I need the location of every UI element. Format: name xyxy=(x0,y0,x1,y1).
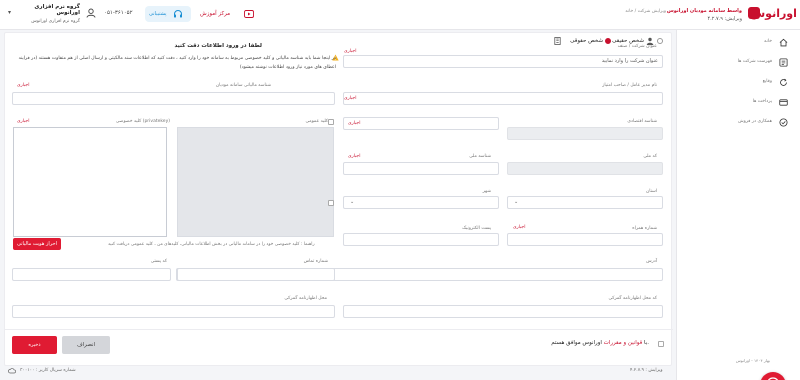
company-title-input[interactable]: عنوان شرکت را وارد نمایید xyxy=(343,55,663,68)
sidebar-item-home[interactable]: خانه xyxy=(682,35,792,49)
list-icon xyxy=(779,58,788,67)
customs-place-input[interactable] xyxy=(12,305,335,318)
user-icon[interactable] xyxy=(86,8,96,18)
public-key-label: کلید عمومی xyxy=(305,119,328,124)
phone-input[interactable] xyxy=(177,268,335,281)
ceo-input[interactable] xyxy=(343,92,663,105)
sidebar: خانه فهرست شرکت ها وقایع پرداخت ها همکار… xyxy=(676,30,800,380)
company-name: گروه نرم افزاری اورانوس xyxy=(34,4,80,16)
email-label: پست الکترونیک xyxy=(462,226,491,231)
postal-input[interactable] xyxy=(12,268,171,281)
public-key-textarea xyxy=(177,127,334,237)
training-label: مرکز آموزش xyxy=(200,11,231,17)
divider xyxy=(5,329,673,330)
national-code-label: کد ملی xyxy=(643,154,657,159)
cloud-icon xyxy=(8,368,16,374)
required-hint: اجباری xyxy=(344,96,357,101)
required-hint: اجباری xyxy=(348,154,361,159)
help-button[interactable] xyxy=(760,372,786,380)
national-id-label: شناسه ملی xyxy=(469,154,491,159)
guide-text: راهنما : کلید خصوصی خود را در سامانه مال… xyxy=(108,242,315,247)
sidebar-item-events[interactable]: وقایع xyxy=(682,75,792,89)
customs-code-input[interactable] xyxy=(343,305,663,318)
customs-code-label: کد محل اظهارنامه گمرکی xyxy=(608,296,657,301)
national-code-input xyxy=(507,162,663,175)
required-hint: اجباری xyxy=(17,83,30,88)
company-title-label: عنوان شرکت / صنف xyxy=(617,44,657,49)
national-id-input[interactable] xyxy=(343,162,499,175)
wallet-icon xyxy=(779,99,788,106)
headset-icon xyxy=(174,10,182,18)
radio-circle-selected xyxy=(605,38,611,44)
terms-text: با قوانین و مقررات اورانوس موافق هستم. xyxy=(551,340,649,346)
sidebar-footer: بهار ۱۴۰۴ - اورانوس xyxy=(735,358,770,363)
building-icon xyxy=(554,37,561,45)
required-hint: اجباری xyxy=(348,121,361,126)
sidebar-item-label: همکاری در فروش xyxy=(738,119,772,124)
private-key-textarea[interactable] xyxy=(13,127,167,237)
support-button[interactable]: پشتیبانی xyxy=(145,6,191,22)
chevron-down-icon: ⌄ xyxy=(514,199,519,205)
warning-title: لطفا در ورود اطلاعات دقت کنید xyxy=(174,43,262,49)
city-select[interactable] xyxy=(343,196,499,209)
support-phone: ۰۵۱-۳۶۱۰۵۲ xyxy=(104,10,133,16)
sidebar-item-affiliate[interactable]: همکاری در فروش xyxy=(682,115,792,129)
cancel-button[interactable]: انصراف xyxy=(62,336,110,354)
address-label: آدرس xyxy=(646,259,657,264)
province-select[interactable] xyxy=(507,196,663,209)
sidebar-item-label: فهرست شرکت ها xyxy=(737,59,772,64)
mobile-label: شماره همراه xyxy=(632,226,657,231)
coop-icon xyxy=(779,118,788,127)
home-icon xyxy=(779,38,788,47)
video-icon xyxy=(244,10,254,18)
public-key-checkbox[interactable] xyxy=(328,119,334,125)
chevron-down-icon: ⌄ xyxy=(350,199,355,205)
brand-logo: اورانوس xyxy=(750,7,797,20)
sidebar-item-label: پرداخت ها xyxy=(752,99,772,104)
econ-id-label: شناسه اقتصادی xyxy=(627,119,657,124)
company-form: شخص حقیقی شخص حقوقی لطفا در ورود اطلاعات… xyxy=(4,32,673,366)
tax-memory-input[interactable] xyxy=(12,92,335,105)
email-input[interactable] xyxy=(343,233,499,246)
customs-place-label: محل اظهارنامه گمرکی xyxy=(284,296,327,301)
tax-memory-label: شناسه مالیاتی سامانه مودیان xyxy=(215,83,271,88)
radio-legal-person[interactable]: شخص حقوقی xyxy=(553,36,611,46)
mobile-input[interactable] xyxy=(507,233,663,246)
company-info[interactable]: گروه نرم افزاری اورانوس گروه نرم افزاری … xyxy=(20,4,80,24)
support-label: پشتیبانی xyxy=(149,11,167,17)
reg-no-input[interactable] xyxy=(343,117,499,130)
tax-auth-button[interactable]: احراز هویت مالیاتی xyxy=(13,238,61,250)
sidebar-item-label: وقایع xyxy=(762,79,772,84)
warning-text: در اینجا شما باید شناسه مالیاتی و کلید خ… xyxy=(18,56,336,70)
required-hint: اجباری xyxy=(17,119,30,124)
brand-title: واسط سامانه مودیان اورانوس xyxy=(666,8,742,14)
required-hint: اجباری xyxy=(513,225,526,230)
company-subtitle: گروه نرم افزاری اورانوس xyxy=(31,19,80,24)
required-hint: اجباری xyxy=(344,49,357,54)
refresh-icon xyxy=(780,78,787,86)
radio-circle xyxy=(657,38,663,44)
econ-id-input xyxy=(507,127,663,140)
sidebar-item-companies[interactable]: فهرست شرکت ها xyxy=(682,55,792,69)
city-label: شهر xyxy=(482,189,491,194)
terms-link[interactable]: قوانین و مقررات xyxy=(604,340,643,346)
private-key-label: کلید خصوصی (privatekey) xyxy=(115,119,170,124)
top-header: اورانوس واسط سامانه مودیان اورانوس ویرای… xyxy=(0,0,800,30)
sidebar-item-label: خانه xyxy=(764,39,772,44)
public-key-toggle[interactable] xyxy=(328,200,334,206)
ceo-label: نام مدیر عامل / صاحب امتیاز xyxy=(602,83,657,88)
brand-version: ویرایش: ۴.۲.۷.۹ xyxy=(707,16,742,22)
terms-checkbox[interactable] xyxy=(658,341,664,347)
chevron-down-icon[interactable]: ▾ xyxy=(8,9,11,16)
province-label: استان xyxy=(645,189,657,194)
postal-label: کد پستی xyxy=(150,259,167,264)
training-center-link[interactable]: مرکز آموزش xyxy=(200,6,256,22)
sidebar-item-payments[interactable]: پرداخت ها xyxy=(682,95,792,109)
save-button[interactable]: ذخیره xyxy=(12,336,57,354)
breadcrumb[interactable]: ویرایش شرکت / خانه xyxy=(546,9,666,14)
phone-label: شماره تماس xyxy=(303,259,328,264)
footer-version: ویرایش : ۴.۲.۷.۹ xyxy=(630,368,663,373)
brand[interactable]: اورانوس واسط سامانه مودیان اورانوس ویرای… xyxy=(667,4,797,28)
